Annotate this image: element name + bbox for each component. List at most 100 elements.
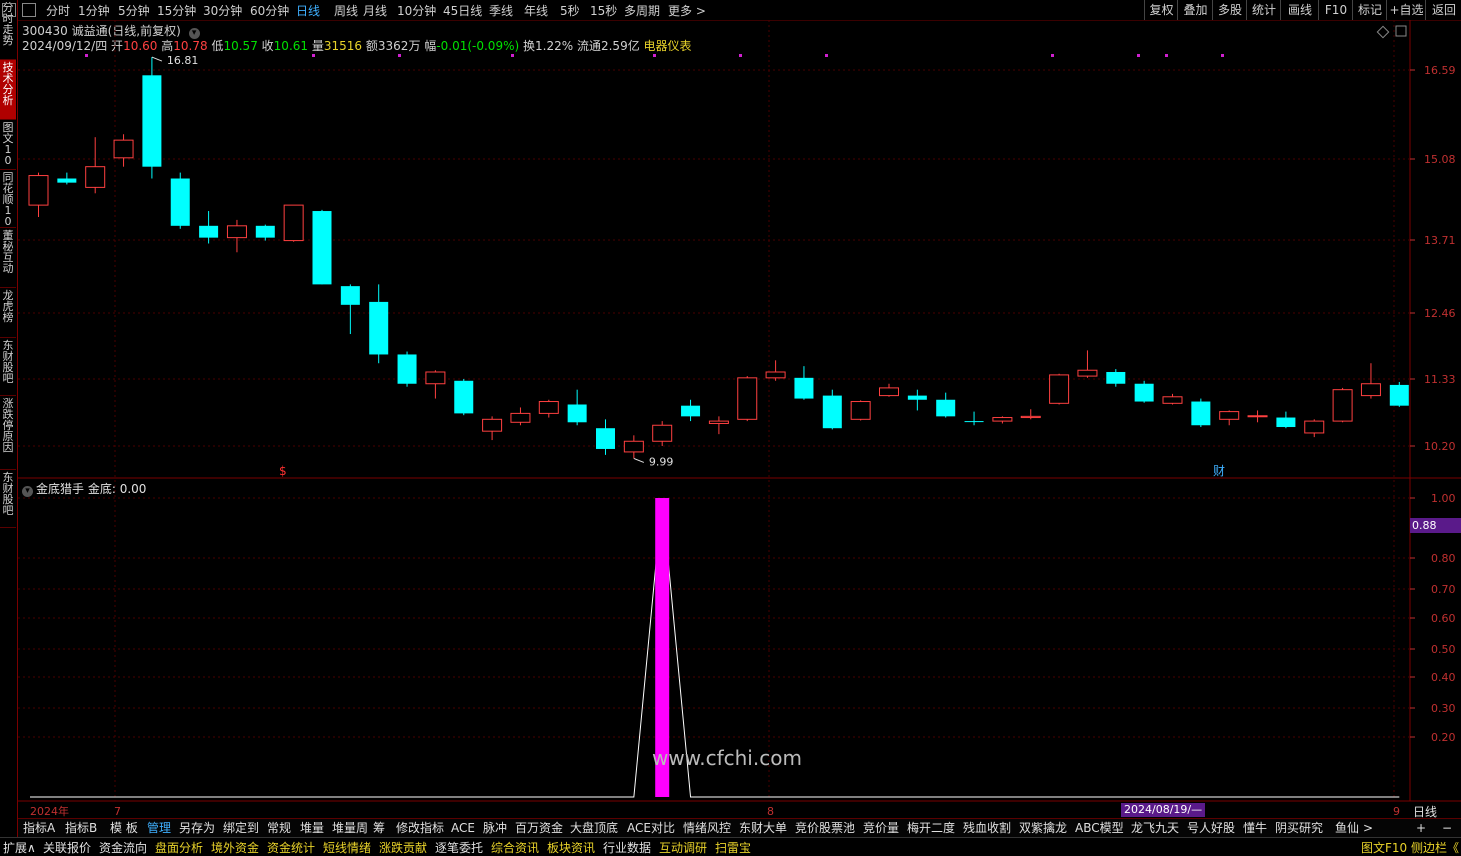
toolbar-button-1[interactable]: 叠加 bbox=[1177, 0, 1213, 20]
timeframe-5[interactable]: 60分钟 bbox=[250, 2, 289, 19]
indicator-tab-9[interactable]: 筹 bbox=[373, 819, 385, 837]
candle bbox=[1389, 381, 1409, 407]
indicator-tab-10[interactable]: 修改指标 bbox=[396, 819, 444, 837]
left-tab-5[interactable]: 龙虎榜 bbox=[0, 288, 16, 338]
timeframe-2[interactable]: 5分钟 bbox=[118, 2, 150, 19]
left-tab-8[interactable]: 东财股吧 bbox=[0, 470, 16, 528]
indicator-tab-19[interactable]: 竞价量 bbox=[863, 819, 899, 837]
signal-dot bbox=[85, 54, 88, 57]
tabs-scroll-right-icon[interactable]: > bbox=[1363, 819, 1373, 837]
toolbar-button-6[interactable]: 标记 bbox=[1352, 0, 1387, 20]
indicator-tick-label: 0.40 bbox=[1431, 671, 1456, 684]
timeframe-3[interactable]: 15分钟 bbox=[157, 2, 196, 19]
timeframe-13[interactable]: 5秒 bbox=[560, 2, 580, 19]
candle-body bbox=[1134, 383, 1154, 402]
status-tab-1[interactable]: 关联报价 bbox=[43, 839, 91, 856]
status-tab-5[interactable]: 资金统计 bbox=[267, 839, 315, 856]
candle bbox=[170, 172, 190, 229]
indicator-tab-13[interactable]: 百万资金 bbox=[515, 819, 563, 837]
indicator-tab-3[interactable]: 管理 bbox=[147, 819, 171, 837]
indicator-tab-14[interactable]: 大盘顶底 bbox=[570, 819, 618, 837]
left-tab-7[interactable]: 涨跌停原因 bbox=[0, 396, 16, 470]
indicator-tab-28[interactable]: 鱼仙 bbox=[1335, 819, 1359, 837]
toolbar-button-8[interactable]: 返回 bbox=[1425, 0, 1461, 20]
indicator-tab-7[interactable]: 堆量 bbox=[300, 819, 324, 837]
indicator-tab-25[interactable]: 号人好股 bbox=[1187, 819, 1235, 837]
status-tab-13[interactable]: 扫雷宝 bbox=[715, 839, 751, 856]
window-icon[interactable] bbox=[2, 3, 16, 17]
left-tab-4[interactable]: 董秘互动 bbox=[0, 228, 16, 288]
candle bbox=[113, 134, 134, 167]
indicator-tab-22[interactable]: 双紫擒龙 bbox=[1019, 819, 1067, 837]
left-tab-2[interactable]: 图文10 bbox=[0, 120, 16, 170]
toolbar-button-2[interactable]: 多股 bbox=[1212, 0, 1247, 20]
indicator-tab-26[interactable]: 懂牛 bbox=[1243, 819, 1267, 837]
status-tab-8[interactable]: 逐笔委托 bbox=[435, 839, 483, 856]
timeframe-10[interactable]: 45日线 bbox=[443, 2, 482, 19]
timeframe-4[interactable]: 30分钟 bbox=[203, 2, 242, 19]
candle bbox=[454, 379, 474, 416]
indicator-tab-12[interactable]: 脉冲 bbox=[483, 819, 507, 837]
chart-area[interactable]: 16.81 9.99 $ 财 16.59 15.08 13.71 12.46 11.33 10.… bbox=[18, 20, 1461, 818]
indicator-tab-17[interactable]: 东财大单 bbox=[739, 819, 787, 837]
indicator-tab-1[interactable]: 指标B bbox=[65, 819, 97, 837]
status-tab-0[interactable]: 扩展∧ bbox=[3, 839, 36, 856]
timeframe-1[interactable]: 1分钟 bbox=[78, 2, 110, 19]
candle-body bbox=[312, 211, 332, 285]
indicator-tab-8[interactable]: 堆量周 bbox=[332, 819, 368, 837]
indicator-tab-0[interactable]: 指标A bbox=[23, 819, 55, 837]
timeframe-toolbar: 分时 1分钟 5分钟 15分钟 30分钟 60分钟 日线 周线 月线 10分钟 45日线 季线 年线 5秒… bbox=[18, 0, 1461, 21]
timeframe-8[interactable]: 月线 bbox=[363, 2, 387, 19]
left-tab-6[interactable]: 东财股吧 bbox=[0, 338, 16, 396]
left-tab-3[interactable]: 同花顺10 bbox=[0, 170, 16, 228]
timeframe-12[interactable]: 年线 bbox=[524, 2, 548, 19]
timeframe-16[interactable]: 更多 > bbox=[668, 2, 706, 19]
status-tab-12[interactable]: 互动调研 bbox=[659, 839, 707, 856]
timeframe-0[interactable]: 分时 bbox=[46, 2, 70, 19]
status-tab-4[interactable]: 境外资金 bbox=[211, 839, 259, 856]
price-tick-label: 12.46 bbox=[1424, 307, 1456, 320]
indicator-tab-18[interactable]: 竞价股票池 bbox=[795, 819, 855, 837]
zoom-in-button[interactable]: + bbox=[1416, 819, 1426, 837]
timeframe-15[interactable]: 多周期 bbox=[624, 2, 660, 19]
indicator-tab-21[interactable]: 残血收割 bbox=[963, 819, 1011, 837]
indicator-tab-5[interactable]: 绑定到 bbox=[223, 819, 259, 837]
indicator-tab-11[interactable]: ACE bbox=[451, 819, 475, 837]
indicator-tab-16[interactable]: 情绪风控 bbox=[683, 819, 731, 837]
status-tab-2[interactable]: 资金流向 bbox=[99, 839, 147, 856]
toolbar-button-7[interactable]: +自选 bbox=[1386, 0, 1426, 20]
indicator-tab-15[interactable]: ACE对比 bbox=[627, 819, 675, 837]
timeframe-11[interactable]: 季线 bbox=[489, 2, 513, 19]
status-tab-10[interactable]: 板块资讯 bbox=[547, 839, 595, 856]
left-tab-label: 东财股吧 bbox=[2, 339, 14, 385]
price-tick-label: 15.08 bbox=[1424, 153, 1456, 166]
candle-body bbox=[113, 139, 134, 159]
layout-icon[interactable] bbox=[22, 3, 36, 17]
status-tab-3[interactable]: 盘面分析 bbox=[155, 839, 203, 856]
indicator-tab-2[interactable]: 模 板 bbox=[110, 819, 138, 837]
zoom-out-button[interactable]: − bbox=[1442, 819, 1452, 837]
toolbar-button-5[interactable]: F10 bbox=[1318, 0, 1353, 20]
status-tab-9[interactable]: 综合资讯 bbox=[491, 839, 539, 856]
toolbar-button-0[interactable]: 复权 bbox=[1144, 0, 1178, 20]
f10-sidebar-toggle[interactable]: 图文F10 侧边栏《 bbox=[1361, 839, 1459, 856]
timeframe-14[interactable]: 15秒 bbox=[590, 2, 617, 19]
timeframe-6[interactable]: 日线 bbox=[296, 2, 320, 19]
toolbar-button-4[interactable]: 画线 bbox=[1280, 0, 1319, 20]
toolbar-button-3[interactable]: 统计 bbox=[1246, 0, 1281, 20]
indicator-tab-6[interactable]: 常规 bbox=[267, 819, 291, 837]
indicator-tab-4[interactable]: 另存为 bbox=[179, 819, 215, 837]
timeframe-9[interactable]: 10分钟 bbox=[397, 2, 436, 19]
timeframe-7[interactable]: 周线 bbox=[334, 2, 358, 19]
indicator-tab-27[interactable]: 阴买研究 bbox=[1275, 819, 1323, 837]
indicator-name[interactable]: 金底猎手 bbox=[36, 482, 84, 496]
status-tab-11[interactable]: 行业数据 bbox=[603, 839, 651, 856]
indicator-tab-24[interactable]: 龙飞九天 bbox=[1131, 819, 1179, 837]
chevron-down-icon[interactable]: ▾ bbox=[22, 486, 33, 497]
left-tab-1[interactable]: 技术分析 bbox=[0, 60, 16, 120]
indicator-tab-23[interactable]: ABC模型 bbox=[1075, 819, 1124, 837]
status-tab-7[interactable]: 涨跌贡献 bbox=[379, 839, 427, 856]
status-tab-6[interactable]: 短线情绪 bbox=[323, 839, 371, 856]
candle-body bbox=[510, 412, 531, 423]
indicator-tab-20[interactable]: 梅开二度 bbox=[907, 819, 955, 837]
